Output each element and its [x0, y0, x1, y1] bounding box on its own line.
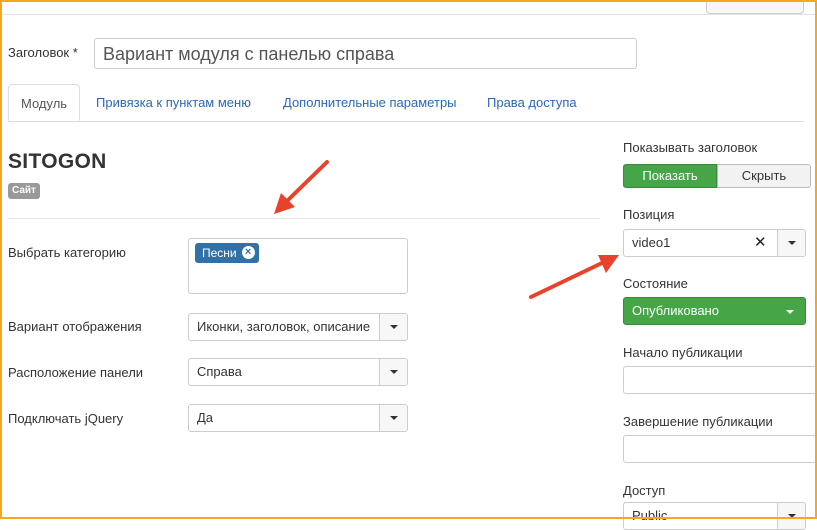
hide-button[interactable]: Скрыть: [717, 164, 811, 188]
chevron-down-icon[interactable]: [379, 359, 407, 385]
state-select[interactable]: Опубликовано: [623, 297, 806, 325]
tab-bar: Модуль Привязка к пунктам меню Дополните…: [8, 84, 804, 122]
chevron-down-icon[interactable]: [777, 230, 805, 256]
chevron-down-icon[interactable]: [777, 503, 805, 529]
jquery-select[interactable]: Да: [188, 404, 408, 432]
jquery-value: Да: [197, 410, 214, 425]
position-select[interactable]: video1 ✕: [623, 229, 806, 257]
site-badge: Сайт: [8, 183, 40, 199]
toolbar-button[interactable]: [706, 0, 804, 14]
category-label: Выбрать категорию: [8, 245, 126, 260]
divider: [8, 218, 600, 219]
publish-down-label: Завершение публикации: [623, 414, 773, 429]
annotation-arrow-left: [274, 160, 329, 214]
panel-position-label: Расположение панели: [8, 365, 144, 380]
tab-advanced[interactable]: Дополнительные параметры: [283, 84, 457, 121]
display-label: Вариант отображения: [8, 319, 142, 334]
annotation-arrow-right: [529, 255, 619, 299]
show-button[interactable]: Показать: [623, 164, 717, 188]
display-select[interactable]: Иконки, заголовок, описание: [188, 313, 408, 341]
show-title-toggle: Показать Скрыть: [623, 164, 811, 188]
toolbar: [2, 0, 815, 15]
close-icon[interactable]: ✕: [754, 230, 767, 256]
module-name: SITOGON: [8, 150, 107, 173]
tab-module[interactable]: Модуль: [8, 84, 81, 121]
chevron-down-icon[interactable]: [786, 310, 794, 314]
jquery-label: Подключать jQuery: [8, 411, 124, 426]
publish-up-input[interactable]: [623, 366, 817, 394]
position-label: Позиция: [623, 207, 675, 222]
state-label: Состояние: [623, 276, 688, 291]
title-input[interactable]: Вариант модуля с панелью справа: [94, 38, 637, 69]
remove-circle-icon[interactable]: ×: [241, 246, 255, 259]
publish-up-label: Начало публикации: [623, 345, 743, 360]
access-select[interactable]: Public: [623, 502, 806, 530]
title-label: Заголовок *: [8, 45, 78, 60]
category-tag: Песни ×: [195, 243, 259, 263]
display-value: Иконки, заголовок, описание: [197, 319, 371, 334]
publish-down-input[interactable]: [623, 435, 817, 463]
state-value: Опубликовано: [632, 303, 719, 318]
chevron-down-icon[interactable]: [379, 405, 407, 431]
position-value: video1: [632, 235, 671, 250]
chevron-down-icon[interactable]: [379, 314, 407, 340]
tab-permissions[interactable]: Права доступа: [487, 84, 577, 121]
access-value: Public: [632, 508, 668, 523]
panel-position-value: Справа: [197, 364, 242, 379]
panel-position-select[interactable]: Справа: [188, 358, 408, 386]
show-title-label: Показывать заголовок: [623, 140, 758, 155]
access-label: Доступ: [623, 483, 666, 498]
tab-menu-assignment[interactable]: Привязка к пунктам меню: [96, 84, 251, 121]
category-multiselect[interactable]: Песни ×: [188, 238, 408, 294]
category-tag-label: Песни: [202, 246, 237, 260]
